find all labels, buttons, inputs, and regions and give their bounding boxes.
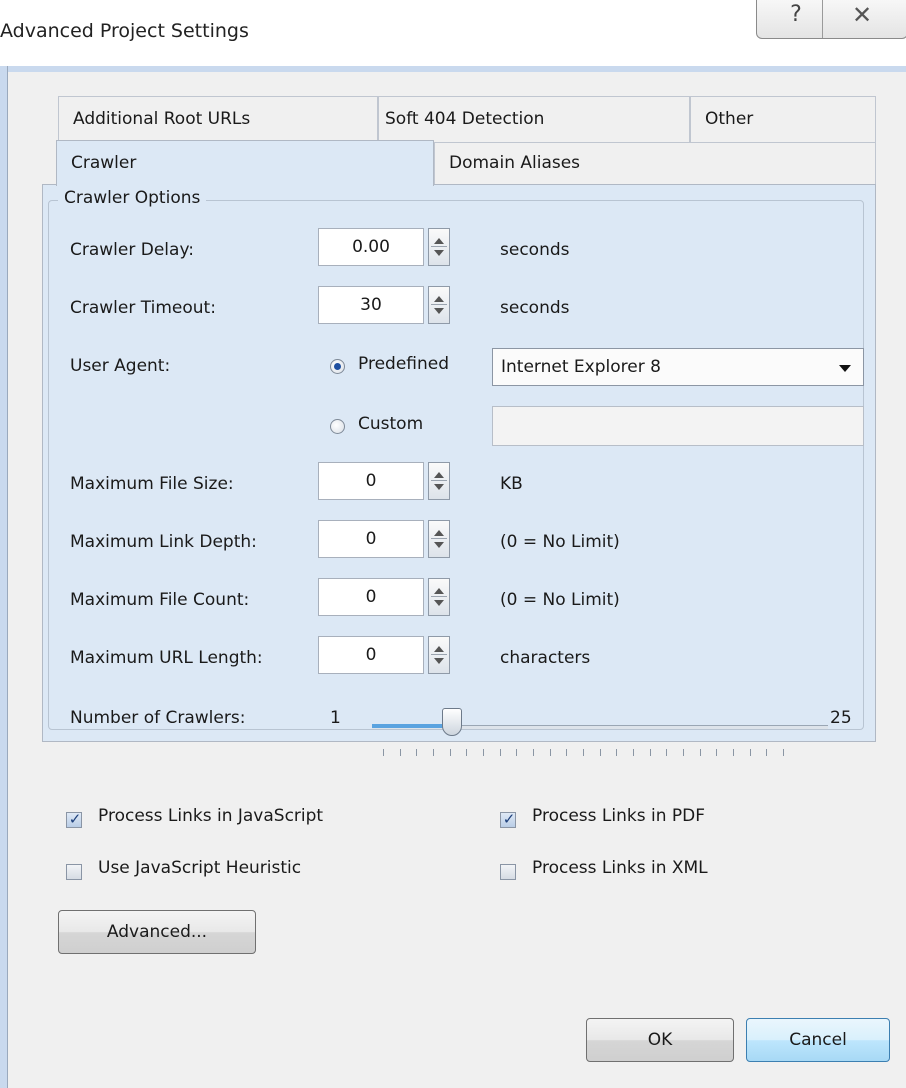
slider-tick — [449, 749, 451, 756]
process-xml-checkbox[interactable] — [500, 864, 516, 880]
slider-tick — [633, 749, 634, 756]
js-heuristic-checkbox[interactable] — [66, 864, 82, 880]
slider-tick — [433, 749, 434, 756]
crawler-delay-label: Crawler Delay: — [70, 240, 194, 260]
tab-crawler[interactable]: Crawler — [56, 140, 434, 186]
group-title: Crawler Options — [58, 188, 207, 208]
slider-tick — [533, 749, 534, 756]
slider-tick — [383, 749, 384, 756]
crawler-timeout-input[interactable]: 30 — [318, 286, 424, 324]
tab-label: Additional Root URLs — [73, 109, 251, 129]
slider-tick — [566, 749, 568, 756]
custom-user-agent-input[interactable] — [492, 406, 864, 446]
help-icon[interactable]: ? — [776, 2, 816, 32]
slider-tick — [733, 749, 734, 756]
max-url-length-input[interactable]: 0 — [318, 636, 424, 674]
slider-tick — [483, 749, 484, 756]
max-link-depth-label: Maximum Link Depth: — [70, 532, 257, 552]
tab-label: Other — [705, 109, 754, 129]
custom-radio-label[interactable]: Custom — [358, 414, 423, 434]
slider-tick — [499, 749, 501, 756]
max-file-size-spinner[interactable] — [428, 462, 450, 500]
slider-tick — [683, 749, 684, 756]
max-file-size-input[interactable]: 0 — [318, 462, 424, 500]
tab-domain-aliases[interactable]: Domain Aliases — [434, 142, 876, 184]
crawler-timeout-unit: seconds — [500, 298, 570, 318]
process-js-label[interactable]: Process Links in JavaScript — [98, 806, 323, 826]
tab-label: Crawler — [71, 153, 137, 173]
user-agent-dropdown[interactable]: Internet Explorer 8 — [492, 348, 864, 386]
max-file-size-label: Maximum File Size: — [70, 474, 234, 494]
crawler-timeout-spinner[interactable] — [428, 286, 450, 324]
max-file-count-label: Maximum File Count: — [70, 590, 250, 610]
custom-radio[interactable] — [330, 419, 345, 434]
max-file-count-unit: (0 = No Limit) — [500, 590, 620, 610]
window-title: Advanced Project Settings — [0, 20, 249, 42]
slider-tick — [783, 749, 784, 756]
slider-tick — [666, 749, 668, 756]
checkmark-icon: ✓ — [68, 810, 82, 828]
ok-button[interactable]: OK — [586, 1018, 734, 1062]
crawler-slider-fill — [372, 724, 450, 728]
user-agent-selected: Internet Explorer 8 — [501, 357, 661, 377]
crawler-delay-unit: seconds — [500, 240, 570, 260]
predefined-radio-label[interactable]: Predefined — [358, 354, 449, 374]
user-agent-label: User Agent: — [70, 356, 171, 376]
process-js-checkbox[interactable]: ✓ — [66, 810, 82, 828]
cancel-button[interactable]: Cancel — [746, 1018, 890, 1062]
crawler-timeout-label: Crawler Timeout: — [70, 298, 216, 318]
slider-min-label: 1 — [330, 708, 341, 728]
slider-tick — [599, 749, 601, 756]
max-file-size-unit: KB — [500, 474, 523, 494]
slider-tick — [649, 749, 651, 756]
slider-tick — [716, 749, 718, 756]
slider-max-label: 25 — [830, 708, 852, 728]
chevron-down-icon — [839, 365, 851, 372]
predefined-radio[interactable] — [330, 359, 345, 374]
slider-tick — [549, 749, 551, 756]
window-frame-left — [0, 66, 8, 1088]
crawler-delay-input[interactable]: 0.00 — [318, 228, 424, 266]
max-url-length-label: Maximum URL Length: — [70, 648, 263, 668]
checkmark-icon: ✓ — [502, 810, 516, 828]
slider-tick — [766, 749, 768, 756]
tab-label: Soft 404 Detection — [385, 109, 545, 129]
tab-other[interactable]: Other — [690, 96, 876, 142]
max-file-count-input[interactable]: 0 — [318, 578, 424, 616]
max-link-depth-unit: (0 = No Limit) — [500, 532, 620, 552]
crawler-slider-thumb[interactable] — [442, 708, 462, 736]
tab-additional-root-urls[interactable]: Additional Root URLs — [58, 96, 378, 142]
advanced-button[interactable]: Advanced... — [58, 910, 256, 954]
process-xml-label[interactable]: Process Links in XML — [532, 858, 708, 878]
max-link-depth-spinner[interactable] — [428, 520, 450, 558]
slider-tick — [749, 749, 751, 756]
tab-soft-404-detection[interactable]: Soft 404 Detection — [378, 96, 690, 142]
max-url-length-unit: characters — [500, 648, 591, 668]
js-heuristic-label[interactable]: Use JavaScript Heuristic — [98, 858, 301, 878]
num-crawlers-label: Number of Crawlers: — [70, 708, 246, 728]
slider-tick — [416, 749, 418, 756]
slider-tick — [516, 749, 518, 756]
process-pdf-checkbox[interactable]: ✓ — [500, 810, 516, 828]
max-link-depth-input[interactable]: 0 — [318, 520, 424, 558]
slider-tick — [399, 749, 401, 756]
caption-separator — [822, 0, 823, 38]
slider-tick — [466, 749, 468, 756]
slider-tick — [616, 749, 618, 756]
slider-tick — [699, 749, 701, 756]
crawler-delay-spinner[interactable] — [428, 228, 450, 266]
max-file-count-spinner[interactable] — [428, 578, 450, 616]
max-url-length-spinner[interactable] — [428, 636, 450, 674]
process-pdf-label[interactable]: Process Links in PDF — [532, 806, 705, 826]
radio-selected-dot — [334, 363, 341, 370]
close-icon[interactable]: ✕ — [832, 1, 892, 33]
slider-tick — [583, 749, 584, 756]
tab-label: Domain Aliases — [449, 153, 581, 173]
